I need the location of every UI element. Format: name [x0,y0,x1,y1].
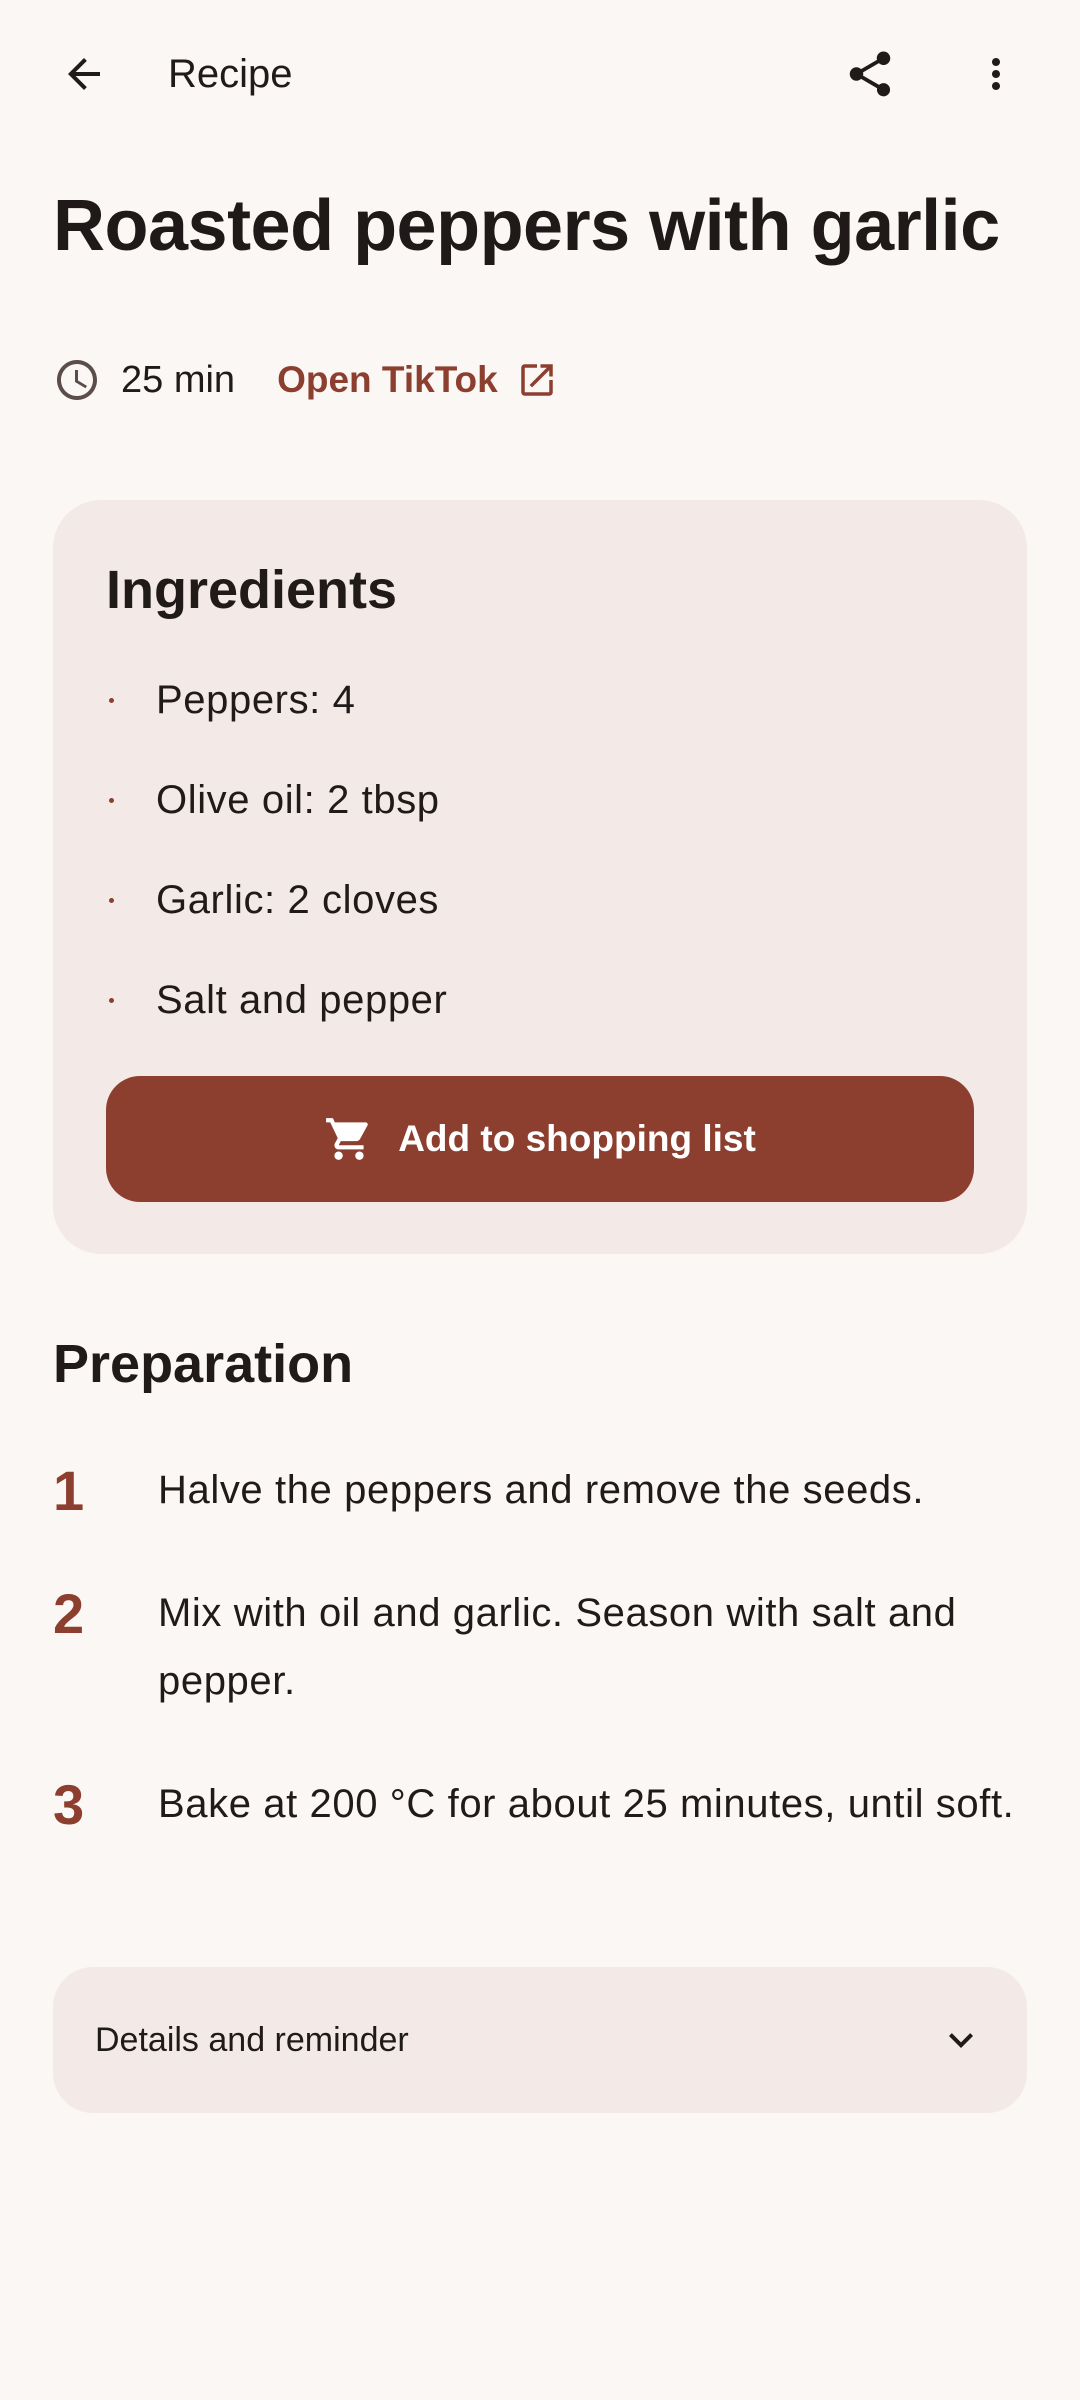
ingredients-card: Ingredients Peppers: 4 Olive oil: 2 tbsp… [53,500,1027,1254]
open-source-link[interactable]: Open TikTok [277,359,558,401]
bullet [109,997,114,1003]
details-and-reminder-expander[interactable]: Details and reminder [53,1967,1027,2113]
ingredient-item: Salt and pepper [106,950,447,1050]
chevron-down-icon [935,2014,987,2066]
back-button[interactable] [36,26,132,122]
app-bar-title: Recipe [168,52,293,96]
ingredient-item: Garlic: 2 cloves [106,850,447,950]
preparation-heading: Preparation [53,1334,354,1394]
details-label: Details and reminder [95,2021,409,2059]
step-text: Bake at 200 °C for about 25 minutes, unt… [158,1782,1015,1826]
ingredient-list: Peppers: 4 Olive oil: 2 tbsp Garlic: 2 c… [106,650,447,1050]
ingredient-text: Garlic: 2 cloves [156,877,440,922]
open-external-icon [516,359,558,401]
cook-time: 25 min [121,358,236,401]
add-to-shopping-list-label: Add to shopping list [398,1118,756,1159]
step-number: 2 [53,1582,85,1645]
bullet [109,797,114,803]
open-source-label: Open TikTok [277,359,498,400]
recipe-meta: 25 min Open TikTok [53,352,558,408]
top-app-bar: Recipe [0,0,1080,148]
ingredient-item: Peppers: 4 [106,650,447,750]
ingredient-text: Salt and pepper [156,977,448,1022]
step-text: Halve the peppers and remove the seeds. [158,1468,925,1512]
share-icon [843,47,897,101]
recipe-title: Roasted peppers with garlic [53,186,1000,266]
bullet [109,697,114,703]
step-number: 3 [53,1773,85,1836]
ingredients-heading: Ingredients [106,560,398,620]
step-text: Mix with oil and garlic. Season with sal… [158,1591,957,1703]
ingredient-text: Olive oil: 2 tbsp [156,777,440,822]
arrow-back-icon [60,50,108,98]
ingredient-text: Peppers: 4 [156,677,356,722]
ingredient-item: Olive oil: 2 tbsp [106,750,447,850]
bullet [109,897,114,903]
shopping-cart-icon [324,1114,374,1164]
more-options-button[interactable] [948,26,1044,122]
clock-icon [53,356,101,404]
step-number: 1 [53,1459,85,1522]
share-button[interactable] [822,26,918,122]
more-vert-icon [972,50,1020,98]
add-to-shopping-list-button[interactable]: Add to shopping list [106,1076,974,1202]
